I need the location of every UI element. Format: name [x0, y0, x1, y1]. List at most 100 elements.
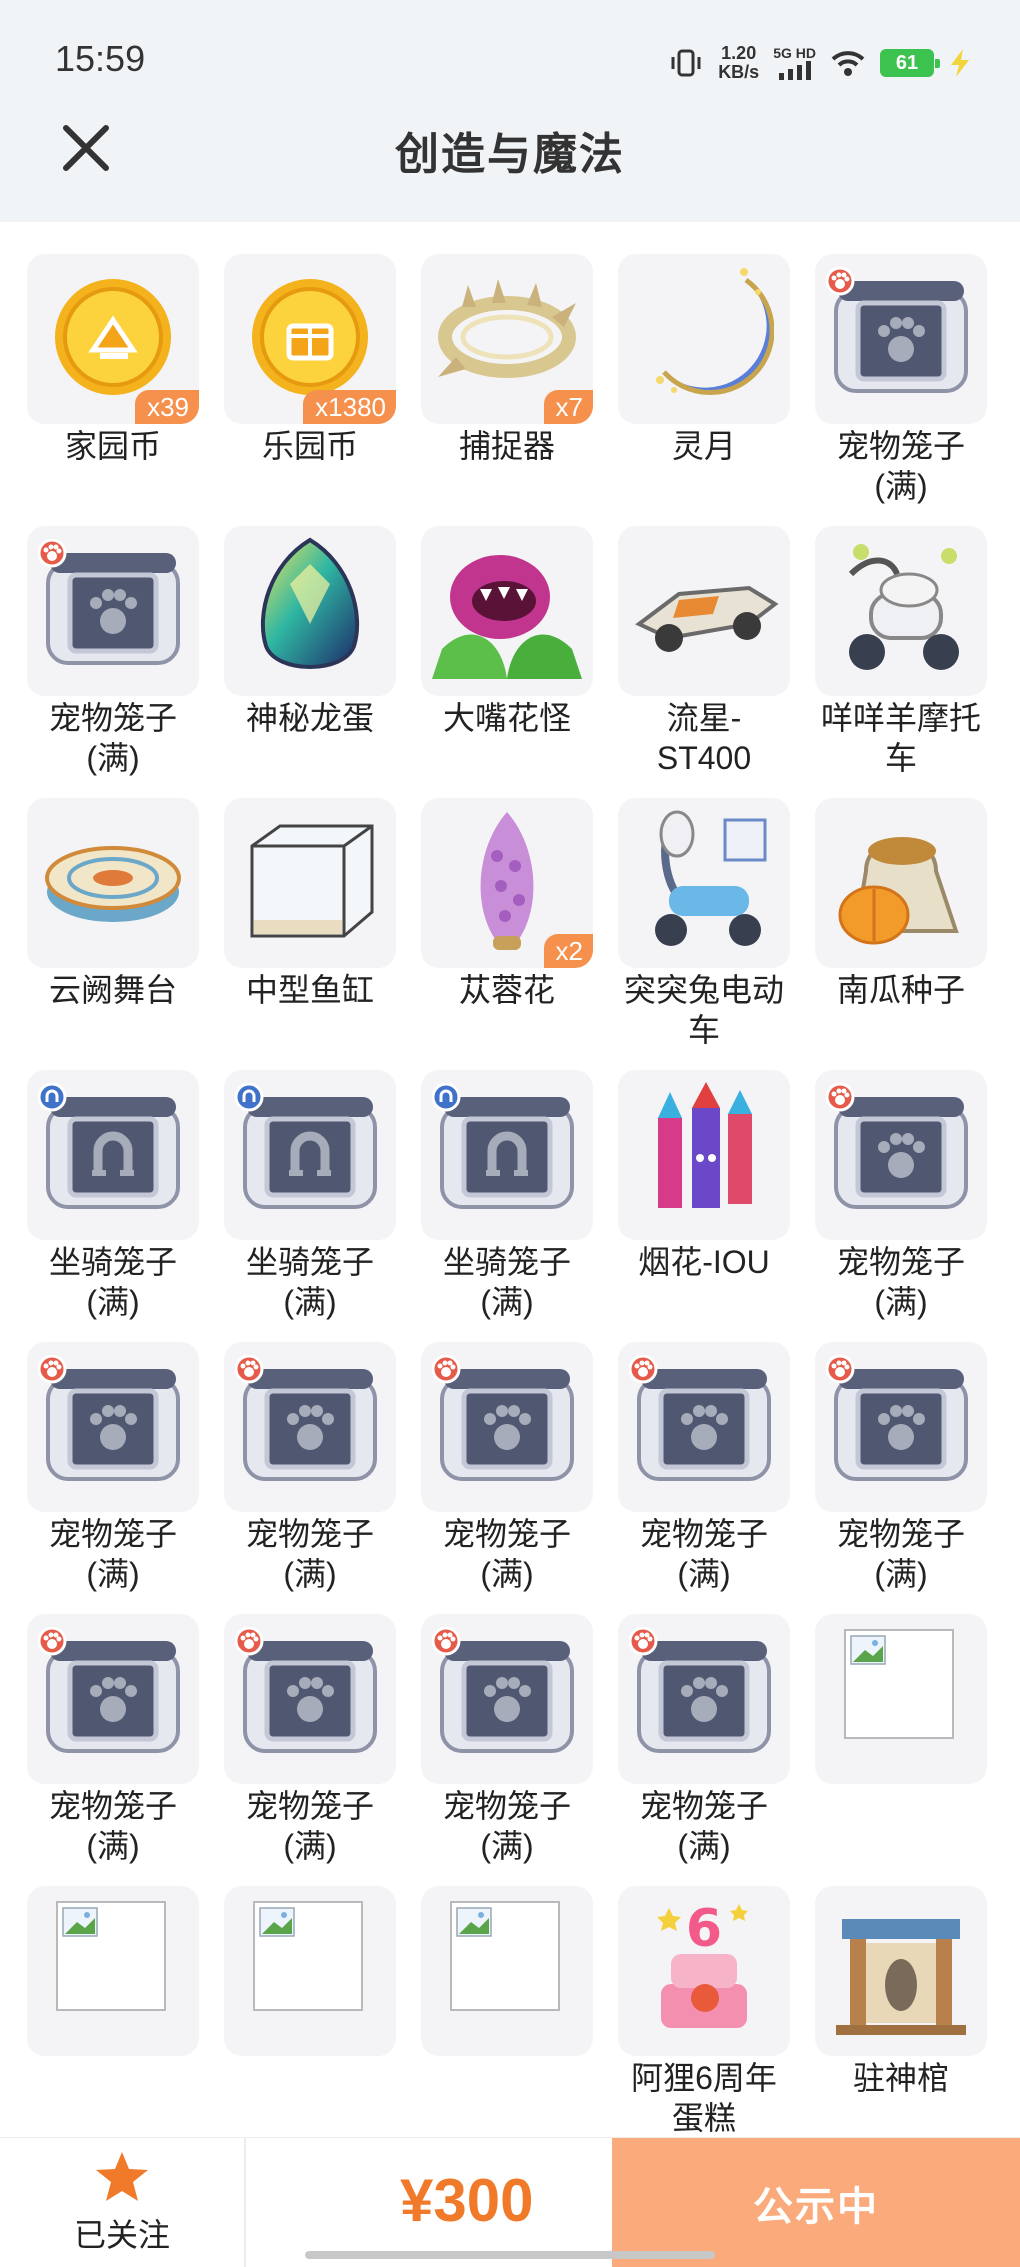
- item-card[interactable]: 大嘴花怪: [421, 526, 593, 738]
- item-card[interactable]: 宠物笼子 (满): [27, 1614, 199, 1866]
- status-bar: 15:59 1.20 KB/s 5G HD 61: [0, 0, 1020, 118]
- quantity-badge: x39: [135, 390, 199, 424]
- item-card[interactable]: x39 家园币: [27, 254, 199, 466]
- bottom-bar: 已关注 ¥300 公示中: [0, 2137, 1020, 2267]
- item-name: 宠物笼子 (满): [48, 1788, 177, 1864]
- item-card[interactable]: 咩咩羊摩托 车: [815, 526, 987, 778]
- item-thumbnail: [618, 1342, 790, 1512]
- item-name: 突突兔电动 车: [623, 972, 784, 1048]
- item-card[interactable]: 宠物笼子 (满): [815, 254, 987, 506]
- item-thumbnail: [27, 526, 199, 696]
- item-thumbnail: [815, 1342, 987, 1512]
- item-name: 乐园币: [261, 428, 358, 464]
- status-time: 15:59: [55, 38, 146, 79]
- broken-image-icon: [27, 1886, 199, 2056]
- mount-cage-icon: [431, 1082, 582, 1228]
- item-thumbnail: [815, 526, 987, 696]
- item-name: 驻神棺: [852, 2060, 949, 2096]
- item-card[interactable]: 宠物笼子 (满): [224, 1342, 396, 1594]
- item-card[interactable]: [421, 1886, 593, 2058]
- item-card[interactable]: 宠物笼子 (满): [815, 1342, 987, 1594]
- item-card[interactable]: 宠物笼子 (满): [421, 1342, 593, 1594]
- pet-cage-icon: [431, 1626, 582, 1772]
- pet-cage-icon: [431, 1354, 582, 1500]
- item-thumbnail: [815, 1886, 987, 2056]
- item-thumbnail: x2: [421, 798, 593, 968]
- item-name: 大嘴花怪: [442, 700, 571, 736]
- follow-button[interactable]: 已关注: [0, 2138, 244, 2267]
- item-card[interactable]: [224, 1886, 396, 2058]
- pet-cage-icon: [825, 266, 976, 412]
- dragon-egg-icon: [250, 534, 370, 689]
- broken-image-icon: [421, 1886, 593, 2056]
- item-card[interactable]: 中型鱼缸: [224, 798, 396, 1010]
- item-card[interactable]: 宠物笼子 (满): [224, 1614, 396, 1866]
- item-name: 坐骑笼子 (满): [442, 1244, 571, 1320]
- mount-cage-icon: [234, 1082, 385, 1228]
- cistanche-flower-icon: [457, 806, 557, 961]
- item-thumbnail: [815, 254, 987, 424]
- item-card[interactable]: 云阙舞台: [27, 798, 199, 1010]
- item-name: 捕捉器: [458, 428, 555, 464]
- item-card[interactable]: 突突兔电动 车: [618, 798, 790, 1050]
- item-card[interactable]: 驻神棺: [815, 1886, 987, 2098]
- item-thumbnail: [27, 1342, 199, 1512]
- item-card[interactable]: 宠物笼子 (满): [815, 1070, 987, 1322]
- item-name: 宠物笼子 (满): [836, 428, 965, 504]
- item-card[interactable]: 烟花-IOU: [618, 1070, 790, 1282]
- item-card[interactable]: 神秘龙蛋: [224, 526, 396, 738]
- item-thumbnail: [224, 1886, 396, 2056]
- item-thumbnail: [224, 1614, 396, 1784]
- divider: [244, 2138, 246, 2267]
- item-card[interactable]: x7 捕捉器: [421, 254, 593, 466]
- pet-cage-icon: [825, 1354, 976, 1500]
- item-card[interactable]: 坐骑笼子 (满): [27, 1070, 199, 1322]
- item-card[interactable]: 6 阿狸6周年 蛋糕: [618, 1886, 790, 2137]
- item-name: 宠物笼子 (满): [48, 700, 177, 776]
- item-card[interactable]: 宠物笼子 (满): [618, 1342, 790, 1594]
- svg-text:6: 6: [686, 1899, 722, 1959]
- item-card[interactable]: 坐骑笼子 (满): [224, 1070, 396, 1322]
- item-thumbnail: [224, 526, 396, 696]
- item-card[interactable]: 坐骑笼子 (满): [421, 1070, 593, 1322]
- item-thumbnail: [421, 1614, 593, 1784]
- item-name: 南瓜种子: [836, 972, 965, 1008]
- item-name: 流星- ST400: [656, 700, 752, 776]
- item-name: 宠物笼子 (满): [639, 1516, 768, 1592]
- item-thumbnail: [815, 1614, 987, 1784]
- item-grid[interactable]: x39 家园币 x1380 乐园币 x7 捕捉器 灵月 宠物笼子 (满) 宠物笼子 (满)…: [0, 222, 1020, 2137]
- pet-cage-icon: [37, 1354, 188, 1500]
- item-card[interactable]: x2 苁蓉花: [421, 798, 593, 1010]
- item-card[interactable]: 宠物笼子 (满): [618, 1614, 790, 1866]
- item-card[interactable]: 流星- ST400: [618, 526, 790, 778]
- item-card[interactable]: [27, 1886, 199, 2058]
- item-name: 云阙舞台: [48, 972, 177, 1008]
- item-card[interactable]: [815, 1614, 987, 1786]
- item-name: 宠物笼子 (满): [245, 1788, 374, 1864]
- item-card[interactable]: 南瓜种子: [815, 798, 987, 1010]
- item-card[interactable]: 宠物笼子 (满): [421, 1614, 593, 1866]
- item-name: 宠物笼子 (满): [836, 1516, 965, 1592]
- item-name: 神秘龙蛋: [245, 700, 374, 736]
- item-name: 咩咩羊摩托 车: [820, 700, 981, 776]
- item-name: 灵月: [671, 428, 736, 464]
- item-name: 宠物笼子 (满): [836, 1244, 965, 1320]
- home-indicator[interactable]: [305, 2251, 715, 2259]
- item-thumbnail: [421, 1342, 593, 1512]
- charging-icon: [951, 49, 969, 77]
- catcher-icon: [432, 277, 582, 402]
- item-name: 坐骑笼子 (满): [48, 1244, 177, 1320]
- battery-indicator: 61: [880, 49, 940, 77]
- item-thumbnail: [618, 254, 790, 424]
- item-thumbnail: [27, 1886, 199, 2056]
- item-card[interactable]: 宠物笼子 (满): [27, 1342, 199, 1594]
- pet-cage-icon: [628, 1354, 779, 1500]
- item-thumbnail: [618, 1070, 790, 1240]
- item-card[interactable]: 宠物笼子 (满): [27, 526, 199, 778]
- fireworks-icon: [634, 1078, 774, 1233]
- item-thumbnail: [224, 1070, 396, 1240]
- item-thumbnail: [224, 1342, 396, 1512]
- item-card[interactable]: 灵月: [618, 254, 790, 466]
- publicity-status-button[interactable]: 公示中: [612, 2138, 1020, 2267]
- item-card[interactable]: x1380 乐园币: [224, 254, 396, 466]
